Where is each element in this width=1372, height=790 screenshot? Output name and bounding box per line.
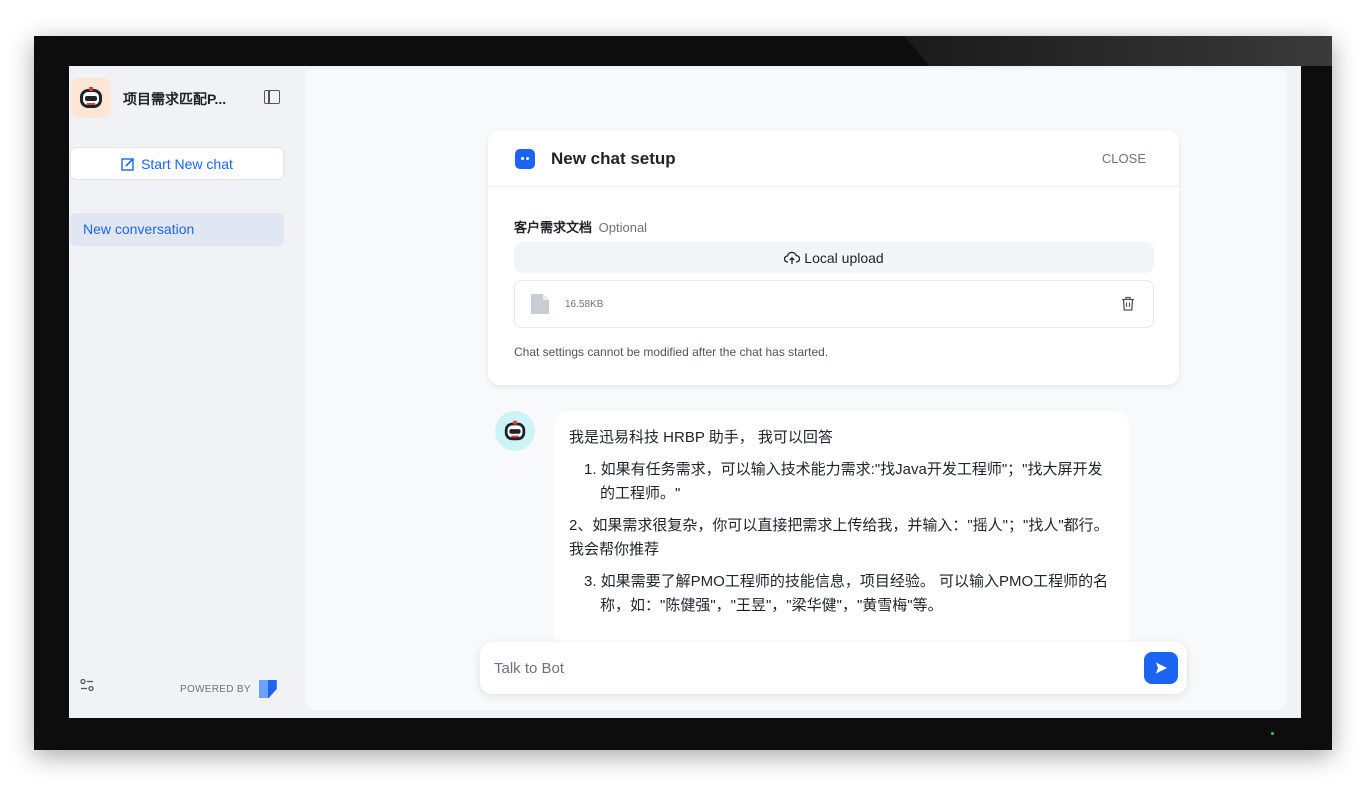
local-upload-button[interactable]: Local upload [514,242,1154,273]
send-button[interactable] [1144,652,1178,684]
app-header: 项目需求匹配P... [69,77,303,119]
robot-icon [504,420,526,441]
chat-setup-card: New chat setup CLOSE 客户需求文档 Optional Loc… [488,130,1179,385]
start-new-chat-label: Start New chat [141,155,233,172]
file-size: 16.58KB [565,299,604,310]
conversation-item[interactable]: New conversation [70,213,284,246]
edit-icon [121,157,134,171]
powered-by-label: POWERED BY [180,683,251,695]
sidebar-collapse-button[interactable] [264,90,280,104]
bot-avatar [495,411,535,451]
app-window: 项目需求匹配P... Start New chat New conversati… [69,66,1301,718]
setup-note: Chat settings cannot be modified after t… [514,345,829,359]
chat-input-box [480,642,1187,694]
divider [488,186,1179,187]
file-icon [531,294,549,314]
settings-icon[interactable] [80,678,94,692]
brand-logo [258,680,277,698]
close-button[interactable]: CLOSE [1102,151,1146,166]
optional-tag: Optional [598,220,648,235]
powered-by: POWERED BY [180,680,277,698]
app-name: 项目需求匹配P... [123,91,227,107]
start-new-chat-button[interactable]: Start New chat [70,147,284,180]
bot-message: 我是迅易科技 HRBP 助手， 我可以回答 1. 如果有任务需求，可以输入技术能… [554,411,1130,651]
send-icon [1156,662,1167,674]
robot-icon [80,87,102,108]
field-label: 客户需求文档 Optional [514,217,647,236]
main-panel: New chat setup CLOSE 客户需求文档 Optional Loc… [305,69,1287,710]
chat-input[interactable] [494,656,1094,680]
message-paragraph: 2、如果需求很复杂，你可以直接把需求上传给我，并输入："摇人"；"找人"都行。 … [569,517,1109,558]
local-upload-label: Local upload [804,249,884,266]
power-led [1271,732,1274,735]
message-intro: 我是迅易科技 HRBP 助手， 我可以回答 [569,429,833,446]
message-list-item: 3. 如果需要了解PMO工程师的技能信息，项目经验。 可以输入PMO工程师的名称… [584,573,1109,614]
app-avatar [71,78,111,118]
cloud-upload-icon [784,251,801,264]
message-list-item: 1. 如果有任务需求，可以输入技术能力需求:"找Java开发工程师"；"找大屏开… [584,461,1103,502]
chat-bubble-icon [515,149,535,169]
trash-icon[interactable] [1121,296,1135,311]
uploaded-file: 16.58KB [514,280,1154,328]
sidebar: 项目需求匹配P... Start New chat New conversati… [69,66,303,718]
setup-title: New chat setup [551,149,676,168]
field-label-text: 客户需求文档 [514,220,593,235]
monitor-glare [904,36,1332,66]
